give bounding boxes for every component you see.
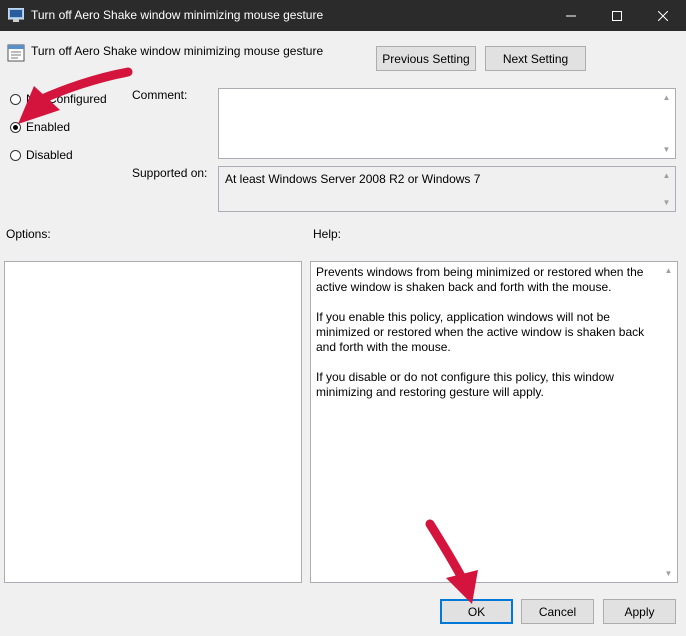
- maximize-button[interactable]: [594, 0, 640, 31]
- radio-circle: [10, 93, 21, 105]
- radio-label: Disabled: [26, 148, 73, 162]
- scroll-down-icon[interactable]: ▼: [660, 565, 677, 582]
- help-scrollbar[interactable]: ▲ ▼: [660, 262, 677, 582]
- maximize-icon: [612, 10, 622, 21]
- supported-on-field: At least Windows Server 2008 R2 or Windo…: [218, 166, 676, 212]
- radio-disabled[interactable]: Disabled: [10, 148, 73, 162]
- next-setting-button[interactable]: Next Setting: [485, 46, 586, 71]
- title-bar: Turn off Aero Shake window minimizing mo…: [0, 0, 686, 31]
- comment-textbox[interactable]: ▲ ▼: [218, 88, 676, 159]
- comment-label: Comment:: [132, 88, 188, 102]
- window-title: Turn off Aero Shake window minimizing mo…: [31, 8, 324, 22]
- supported-scrollbar[interactable]: ▲ ▼: [658, 167, 675, 211]
- supported-on-value: At least Windows Server 2008 R2 or Windo…: [225, 172, 481, 186]
- help-paragraph: If you enable this policy, application w…: [316, 310, 645, 354]
- ok-button[interactable]: OK: [440, 599, 513, 624]
- policy-setting-icon: [7, 44, 25, 62]
- radio-label: Enabled: [26, 120, 71, 134]
- scroll-down-icon[interactable]: ▼: [658, 141, 675, 158]
- cancel-button[interactable]: Cancel: [521, 599, 594, 624]
- radio-not-configured[interactable]: Not Configured: [10, 92, 107, 106]
- help-paragraph: If you disable or do not configure this …: [316, 370, 614, 399]
- scroll-up-icon[interactable]: ▲: [658, 89, 675, 106]
- radio-enabled[interactable]: Enabled: [10, 120, 70, 134]
- minimize-button[interactable]: [548, 0, 594, 31]
- minimize-icon: [566, 15, 576, 16]
- help-paragraph: Prevents windows from being minimized or…: [316, 265, 644, 294]
- radio-circle-checked: [10, 121, 21, 133]
- radio-label: Not Configured: [26, 92, 107, 106]
- policy-name: Turn off Aero Shake window minimizing mo…: [31, 44, 324, 58]
- supported-on-label: Supported on:: [132, 166, 208, 180]
- options-panel: [4, 261, 302, 583]
- close-button[interactable]: [640, 0, 686, 31]
- apply-button[interactable]: Apply: [603, 599, 676, 624]
- policy-editor-icon: [8, 8, 24, 22]
- options-label: Options:: [6, 227, 51, 241]
- help-text: Prevents windows from being minimized or…: [316, 265, 656, 415]
- comment-scrollbar[interactable]: ▲ ▼: [658, 89, 675, 158]
- help-panel: Prevents windows from being minimized or…: [310, 261, 678, 583]
- help-label: Help:: [313, 227, 342, 241]
- scroll-up-icon[interactable]: ▲: [658, 167, 675, 184]
- scroll-down-icon[interactable]: ▼: [658, 194, 675, 211]
- close-icon: [658, 10, 668, 21]
- previous-setting-button[interactable]: Previous Setting: [376, 46, 476, 71]
- scroll-up-icon[interactable]: ▲: [660, 262, 677, 279]
- radio-circle: [10, 149, 21, 161]
